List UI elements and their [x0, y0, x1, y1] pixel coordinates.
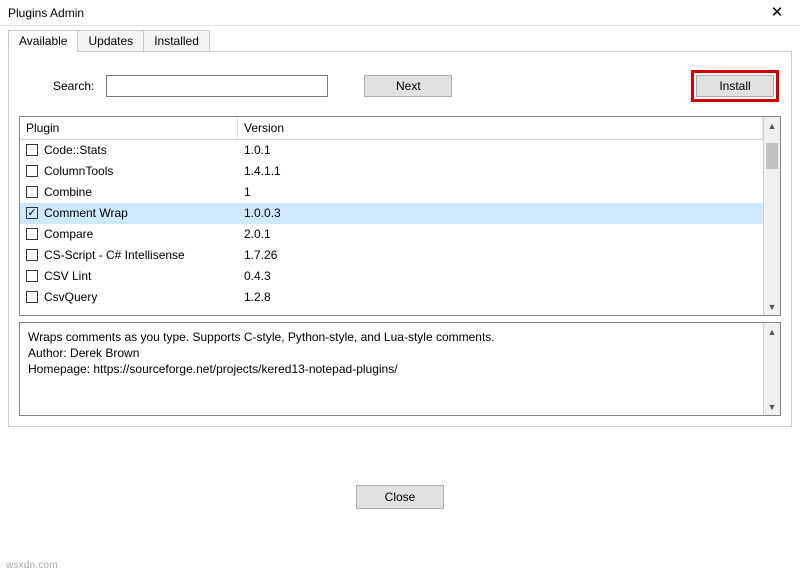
- plugin-name: Code::Stats: [44, 143, 107, 157]
- plugin-name: CSV Lint: [44, 269, 91, 283]
- tab-updates[interactable]: Updates: [77, 30, 144, 51]
- watermark: wsxdn.com: [6, 560, 58, 571]
- tab-installed[interactable]: Installed: [143, 30, 210, 51]
- close-button[interactable]: Close: [356, 485, 444, 509]
- plugin-version: 1.4.1.1: [238, 164, 763, 178]
- table-scrollbar[interactable]: ▲ ▼: [763, 117, 780, 315]
- tab-panel-available: Search: Next Install Plugin Version Code…: [8, 51, 792, 427]
- plugin-checkbox[interactable]: [26, 207, 38, 219]
- tab-strip: Available Updates Installed: [0, 26, 800, 51]
- install-highlight: Install: [691, 70, 779, 102]
- table-row[interactable]: CsvQuery 1.2.8: [20, 287, 763, 308]
- column-header-plugin[interactable]: Plugin: [20, 117, 238, 139]
- description-scrollbar[interactable]: ▲ ▼: [763, 323, 780, 415]
- scroll-down-arrow[interactable]: ▼: [764, 298, 780, 315]
- plugin-version: 1.0.1: [238, 143, 763, 157]
- table-row[interactable]: CS-Script - C# Intellisense 1.7.26: [20, 245, 763, 266]
- table-header: Plugin Version: [20, 117, 763, 140]
- plugin-checkbox[interactable]: [26, 270, 38, 282]
- plugin-name: Combine: [44, 185, 92, 199]
- install-button[interactable]: Install: [696, 75, 774, 97]
- search-input[interactable]: [106, 75, 328, 97]
- next-button[interactable]: Next: [364, 75, 452, 97]
- plugin-version: 2.0.1: [238, 227, 763, 241]
- plugin-cell: Comment Wrap: [20, 206, 238, 220]
- plugin-cell: CsvQuery: [20, 290, 238, 304]
- scroll-down-arrow[interactable]: ▼: [764, 398, 780, 415]
- plugin-checkbox[interactable]: [26, 165, 38, 177]
- plugin-cell: CS-Script - C# Intellisense: [20, 248, 238, 262]
- plugin-name: Comment Wrap: [44, 206, 128, 220]
- plugin-name: CS-Script - C# Intellisense: [44, 248, 185, 262]
- plugin-cell: Code::Stats: [20, 143, 238, 157]
- description-panel: Wraps comments as you type. Supports C-s…: [19, 322, 781, 416]
- table-row[interactable]: CSV Lint 0.4.3: [20, 266, 763, 287]
- plugin-version: 1.7.26: [238, 248, 763, 262]
- window-title: Plugins Admin: [8, 6, 84, 20]
- scroll-thumb[interactable]: [766, 143, 778, 169]
- toolbar: Search: Next Install: [9, 52, 791, 116]
- table-row[interactable]: Combine 1: [20, 182, 763, 203]
- plugin-table: Plugin Version Code::Stats 1.0.1ColumnToo…: [19, 116, 781, 316]
- plugin-cell: Combine: [20, 185, 238, 199]
- scroll-up-arrow[interactable]: ▲: [764, 323, 780, 340]
- plugin-checkbox[interactable]: [26, 249, 38, 261]
- search-label: Search:: [53, 79, 94, 93]
- titlebar: Plugins Admin ✕: [0, 0, 800, 26]
- plugin-checkbox[interactable]: [26, 291, 38, 303]
- scroll-up-arrow[interactable]: ▲: [764, 117, 780, 134]
- plugin-version: 0.4.3: [238, 269, 763, 283]
- description-text: Wraps comments as you type. Supports C-s…: [20, 323, 763, 415]
- table-row[interactable]: Code::Stats 1.0.1: [20, 140, 763, 161]
- plugin-name: Compare: [44, 227, 93, 241]
- plugin-cell: ColumnTools: [20, 164, 238, 178]
- table-row[interactable]: Comment Wrap 1.0.0.3: [20, 203, 763, 224]
- plugin-cell: CSV Lint: [20, 269, 238, 283]
- plugin-cell: Compare: [20, 227, 238, 241]
- plugin-checkbox[interactable]: [26, 228, 38, 240]
- table-row[interactable]: ColumnTools 1.4.1.1: [20, 161, 763, 182]
- plugin-version: 1: [238, 185, 763, 199]
- plugin-checkbox[interactable]: [26, 186, 38, 198]
- plugin-version: 1.2.8: [238, 290, 763, 304]
- table-row[interactable]: Compare 2.0.1: [20, 224, 763, 245]
- plugin-name: ColumnTools: [44, 164, 113, 178]
- plugin-version: 1.0.0.3: [238, 206, 763, 220]
- plugin-name: CsvQuery: [44, 290, 97, 304]
- dialog-footer: Close: [0, 485, 800, 509]
- plugin-checkbox[interactable]: [26, 144, 38, 156]
- column-header-version[interactable]: Version: [238, 117, 763, 139]
- tab-available[interactable]: Available: [8, 30, 78, 51]
- close-icon[interactable]: ✕: [760, 2, 794, 24]
